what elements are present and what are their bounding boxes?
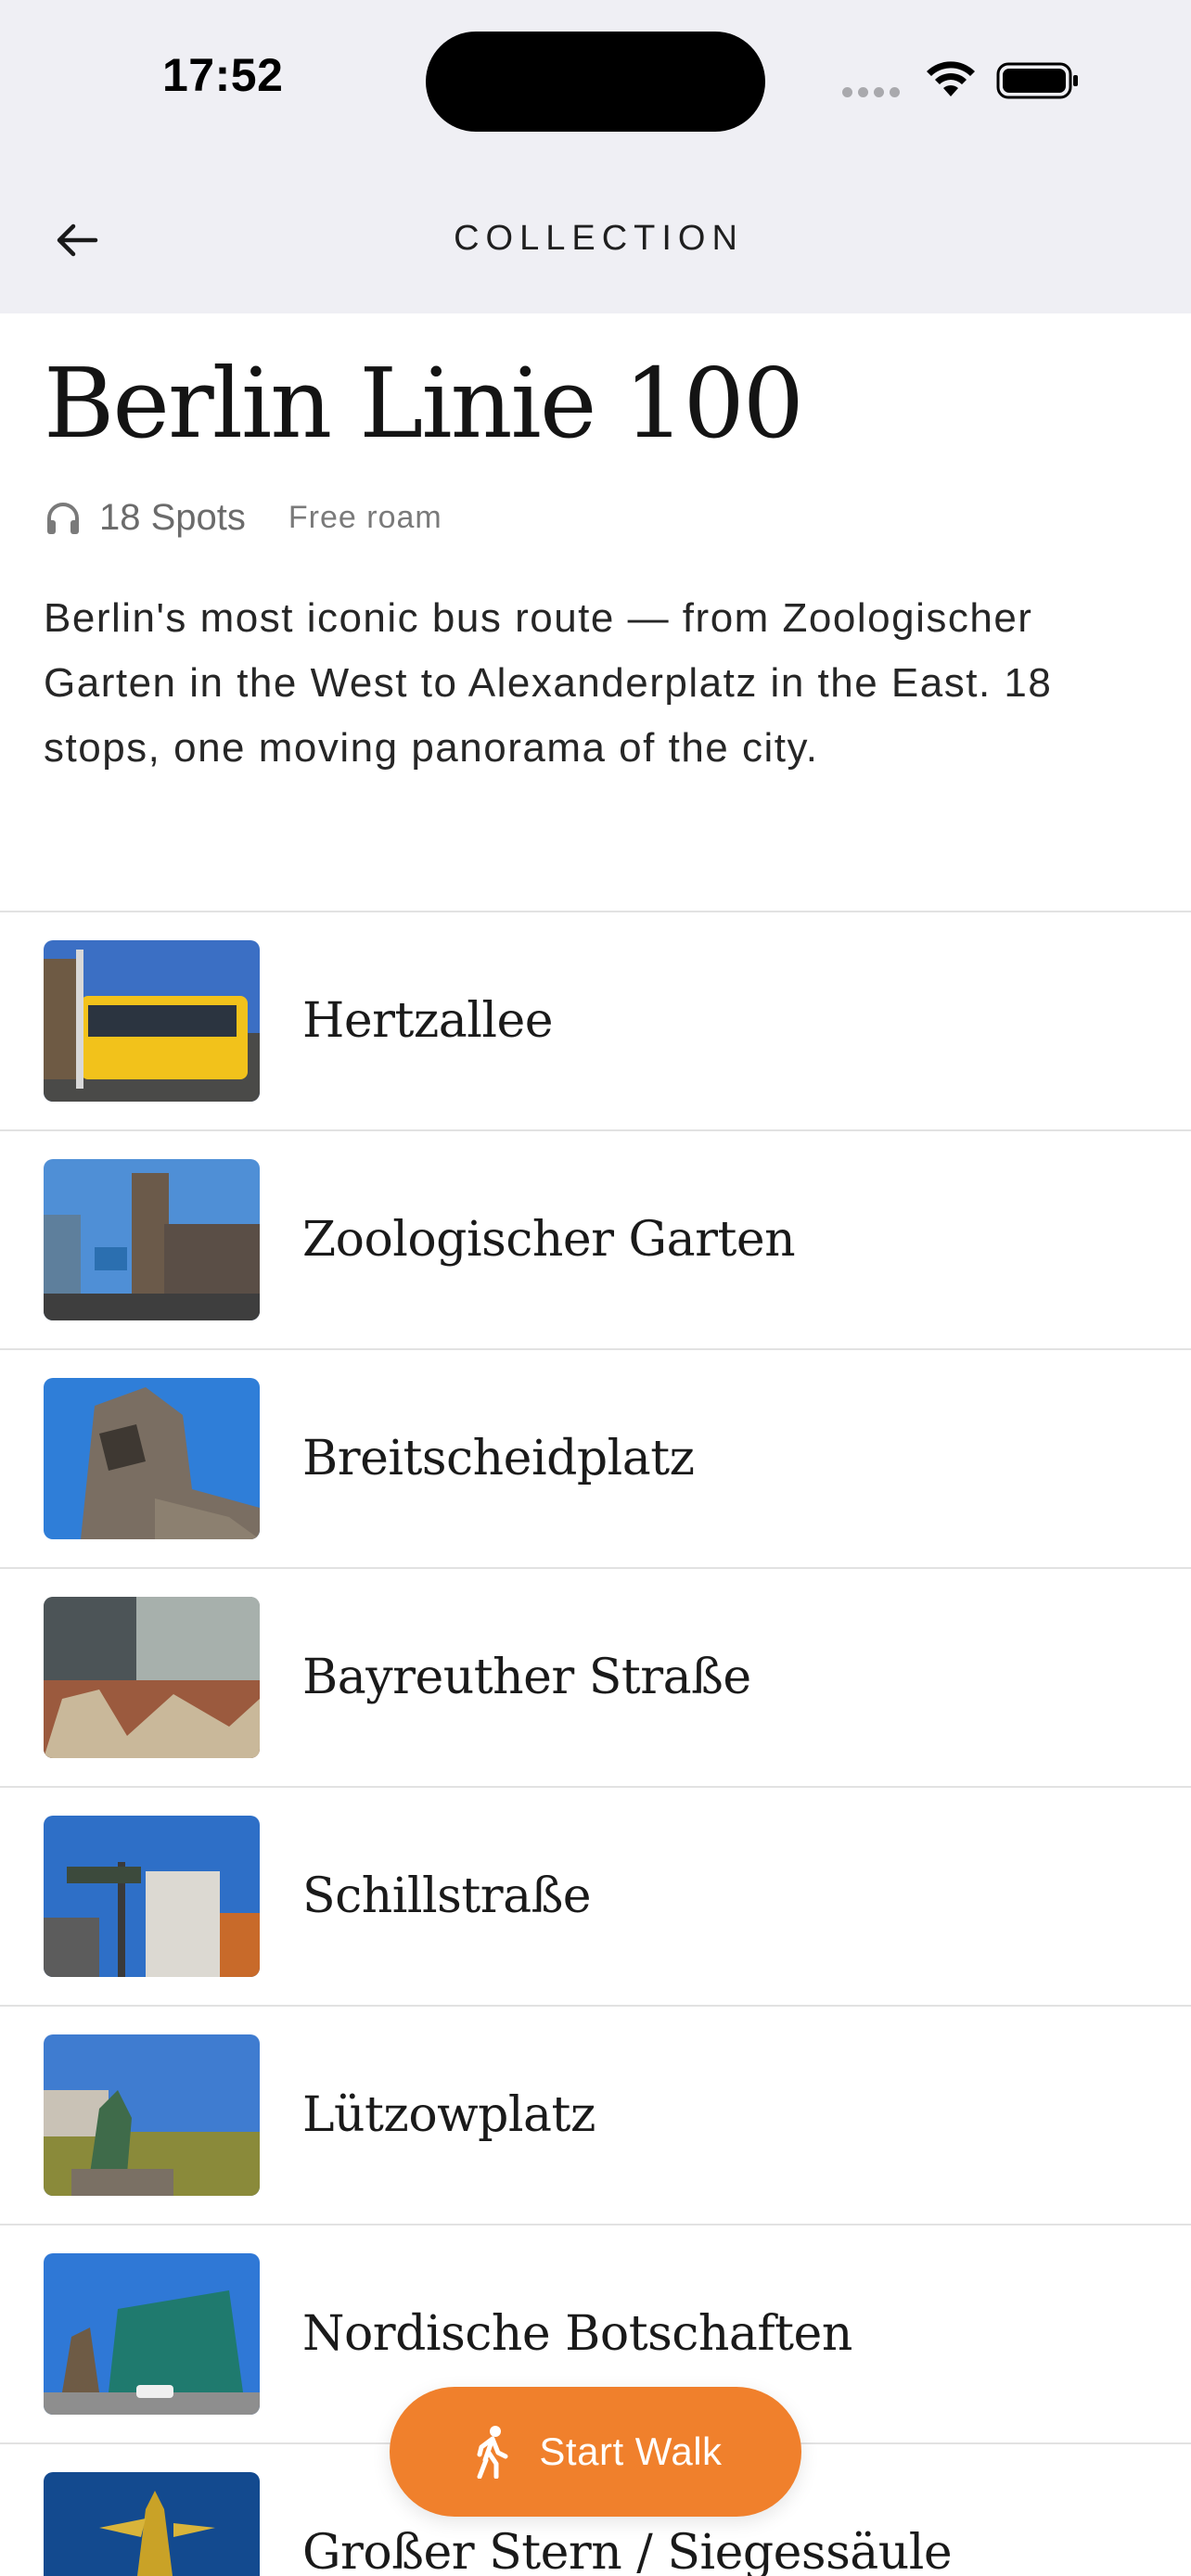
spot-thumbnail: [44, 1597, 260, 1758]
list-item[interactable]: Lützowplatz: [0, 2005, 1191, 2224]
spot-thumbnail: [44, 2253, 260, 2415]
wifi-icon: [927, 61, 975, 96]
spot-thumbnail: [44, 1378, 260, 1539]
start-walk-button[interactable]: Start Walk: [390, 2387, 801, 2517]
list-item[interactable]: Zoologischer Garten: [0, 1129, 1191, 1348]
spot-name: Breitscheidplatz: [302, 1431, 695, 1486]
list-item[interactable]: Hertzallee: [0, 911, 1191, 1129]
top-bar: 17:52 COLLECTION: [0, 0, 1191, 313]
collection-title: Berlin Linie 100: [44, 347, 804, 460]
spot-name: Bayreuther Straße: [302, 1650, 751, 1705]
list-item[interactable]: Bayreuther Straße: [0, 1567, 1191, 1786]
spot-thumbnail: [44, 1159, 260, 1320]
list-item[interactable]: Breitscheidplatz: [0, 1348, 1191, 1567]
walking-person-icon: [477, 2426, 508, 2479]
spot-thumbnail: [44, 2034, 260, 2196]
collection-meta: 18 Spots Free roam: [44, 491, 442, 543]
spot-name: Lützowplatz: [302, 2087, 596, 2143]
list-item[interactable]: Schillstraße: [0, 1786, 1191, 2005]
spot-name: Hertzallee: [302, 993, 554, 1049]
start-walk-label: Start Walk: [539, 2429, 723, 2473]
status-time: 17:52: [162, 49, 284, 101]
spot-thumbnail: [44, 2472, 260, 2576]
spots-count: 18 Spots: [99, 496, 246, 538]
mode-label: Free roam: [288, 499, 442, 535]
dynamic-island: [426, 32, 765, 132]
collection-description: Berlin's most iconic bus route — from Zo…: [44, 595, 1053, 771]
spot-list: Hertzallee Zoologischer Garten Breitsche: [0, 911, 1191, 2576]
spot-thumbnail: [44, 940, 260, 1102]
battery-icon: [996, 62, 1078, 99]
spot-name: Zoologischer Garten: [302, 1212, 796, 1268]
headphones-icon: [47, 503, 79, 534]
cellular-signal-icon: [842, 87, 900, 97]
spot-name: Schillstraße: [302, 1868, 592, 1924]
nav-title: COLLECTION: [454, 219, 744, 258]
status-indicators: [842, 57, 1083, 104]
spot-thumbnail: [44, 1816, 260, 1977]
